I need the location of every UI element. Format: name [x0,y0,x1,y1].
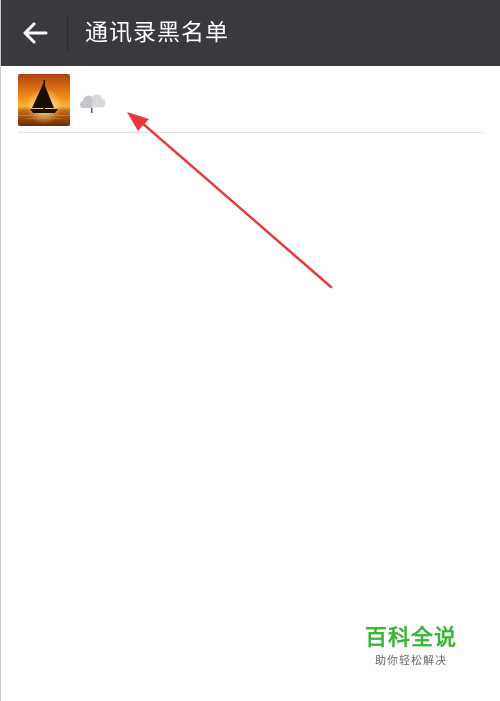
list-divider [18,132,484,133]
arrow-left-icon [23,22,48,44]
watermark-subtitle: 助你轻松解决 [375,654,447,667]
title-bar: 通讯录黑名单 [1,0,500,66]
page-title: 通讯录黑名单 [85,20,229,46]
blacklist-screen: 通讯录黑名单 百科全说 助你轻松解决 [0,0,500,701]
header-divider [67,14,68,52]
watermark-title: 百科全说 [364,626,457,651]
blacklist-contact-item[interactable] [18,72,484,132]
back-button[interactable] [13,13,57,53]
cloud-icon [77,88,109,114]
avatar [18,74,70,126]
watermark-logo: 百科全说 助你轻松解决 [361,625,461,669]
